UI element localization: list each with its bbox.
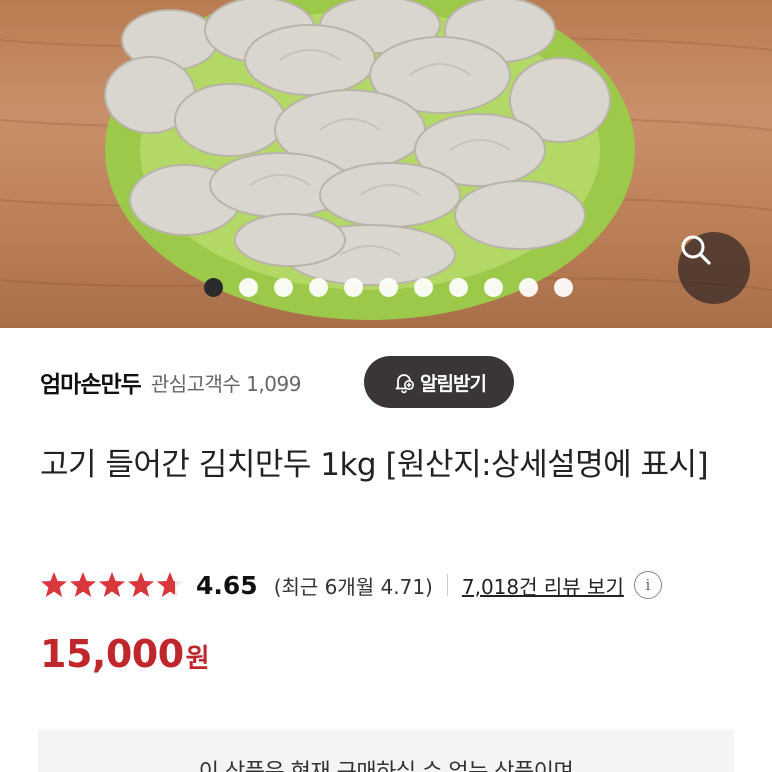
divider: [446, 574, 448, 596]
bell-plus-icon: [395, 374, 415, 394]
notify-button[interactable]: 알림받기: [364, 356, 514, 408]
notify-button-label: 알림받기: [420, 372, 487, 395]
carousel-dot[interactable]: [379, 278, 398, 297]
carousel-dot[interactable]: [554, 278, 573, 297]
info-icon[interactable]: i: [633, 571, 662, 599]
search-icon: [681, 235, 711, 265]
carousel-dot[interactable]: [449, 278, 468, 297]
carousel-dot[interactable]: [239, 278, 258, 297]
price-unit: 원: [185, 644, 210, 674]
notice-text: 이 상품은 현재 구매하실 수 없는 상품이며: [199, 754, 574, 772]
rating-row: 4.65 (최근 6개월 4.71) 7,018건 리뷰 보기 i: [40, 566, 740, 604]
carousel-dot[interactable]: [204, 278, 223, 297]
store-name[interactable]: 엄마손만두: [40, 365, 142, 399]
image-search-button[interactable]: [678, 232, 750, 304]
price: 15,000원: [40, 632, 210, 676]
product-title: 고기 들어간 김치만두 1kg [원산지:상세설명에 표시]: [40, 447, 709, 483]
product-image[interactable]: [0, 0, 772, 328]
rating-score: 4.65: [196, 570, 258, 600]
carousel-dot[interactable]: [309, 278, 328, 297]
store-fan-count: 관심고객수 1,099: [150, 371, 302, 396]
recent-rating: (최근 6개월 4.71): [273, 574, 433, 599]
price-amount: 15,000: [40, 632, 184, 676]
star-rating: [40, 571, 186, 599]
stars-icon: [41, 572, 183, 597]
carousel-indicator: [204, 278, 573, 297]
store-row: 엄마손만두 관심고객수 1,099 알림받기: [40, 356, 732, 408]
reviews-link[interactable]: 7,018건 리뷰 보기: [462, 571, 624, 600]
unavailable-notice: 이 상품은 현재 구매하실 수 없는 상품이며: [38, 730, 734, 772]
carousel-dot[interactable]: [484, 278, 503, 297]
carousel-dot[interactable]: [274, 278, 293, 297]
carousel-dot[interactable]: [344, 278, 363, 297]
carousel-dot[interactable]: [414, 278, 433, 297]
carousel-dot[interactable]: [519, 278, 538, 297]
